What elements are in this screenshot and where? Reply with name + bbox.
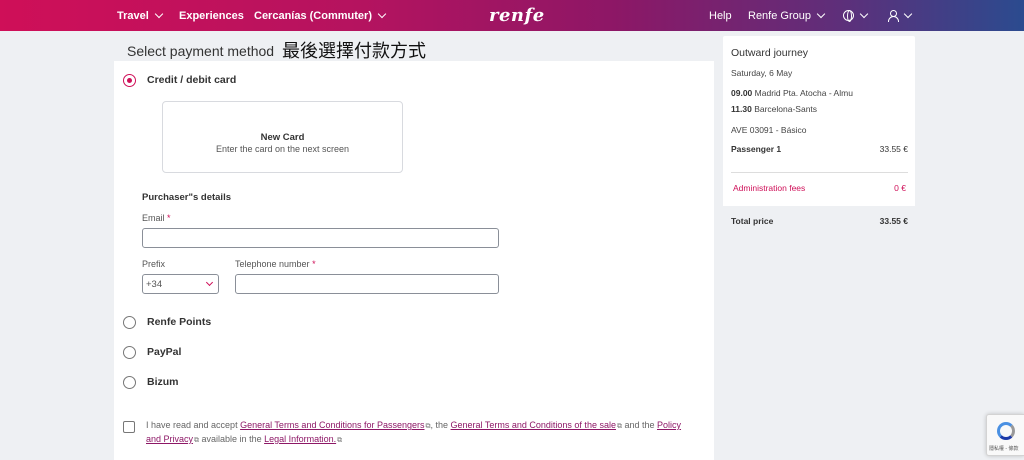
total-price: 33.55 €: [879, 216, 908, 226]
nav-commuter[interactable]: Cercanías (Commuter): [254, 9, 387, 22]
credit-card-radio[interactable]: [123, 74, 136, 87]
chevron-down-icon: [205, 278, 214, 287]
departure-row: 09.00 Madrid Pta. Atocha - Almu: [731, 88, 853, 98]
total-bar: Total price 33.55 €: [723, 206, 915, 237]
language-selector[interactable]: [843, 9, 869, 22]
chevron-down-icon: [154, 9, 164, 19]
top-navigation: Travel Experiences Cercanías (Commuter) …: [0, 0, 1024, 31]
paypal-radio[interactable]: [123, 346, 136, 359]
train-info: AVE 03091 - Básico: [731, 125, 807, 135]
recaptcha-icon: [997, 422, 1015, 440]
required-mark: *: [167, 213, 171, 223]
journey-date: Saturday, 6 May: [731, 68, 793, 78]
sale-terms-link[interactable]: General Terms and Conditions of the sale: [451, 420, 616, 430]
page-title: Select payment method 最後選擇付款方式: [127, 36, 426, 62]
page-title-text: Select payment method: [127, 43, 275, 59]
chevron-down-icon: [859, 9, 869, 18]
chevron-down-icon: [377, 9, 387, 19]
total-row: Total price 33.55 €: [731, 216, 908, 226]
new-card-subtitle: Enter the card on the next screen: [215, 144, 350, 154]
user-menu[interactable]: [887, 9, 913, 22]
page-title-cn: 最後選擇付款方式: [281, 41, 426, 62]
terms-text-3: and the: [621, 420, 657, 430]
required-mark: *: [312, 259, 316, 269]
fees-label: Administration fees: [733, 183, 806, 193]
journey-summary: Outward journey Saturday, 6 May 09.00 Ma…: [723, 36, 915, 237]
fees-row: Administration fees 0 €: [733, 183, 906, 193]
nav-travel-label: Travel: [117, 10, 149, 22]
prefix-select[interactable]: +34: [142, 274, 219, 294]
email-input[interactable]: [142, 228, 499, 248]
terms-text-2: , the: [430, 420, 451, 430]
external-link-icon: ⧉: [337, 437, 343, 444]
arrival-time: 11.30: [731, 104, 752, 114]
nav-help-label: Help: [709, 10, 732, 22]
phone-label: Telephone number *: [235, 259, 316, 269]
departure-time: 09.00: [731, 88, 753, 98]
paypal-label[interactable]: PayPal: [147, 346, 181, 358]
prefix-label: Prefix: [142, 259, 166, 269]
passenger-row: Passenger 1 33.55 €: [731, 144, 908, 154]
nav-experiences[interactable]: Experiences: [179, 10, 244, 22]
payment-panel: Select payment method 最後選擇付款方式 Credit / …: [114, 31, 714, 460]
nav-renfe-group[interactable]: Renfe Group: [748, 9, 826, 22]
passenger-price: 33.55 €: [879, 144, 908, 154]
passenger-label: Passenger 1: [731, 144, 782, 154]
bizum-radio[interactable]: [123, 376, 136, 389]
nav-group-label: Renfe Group: [748, 10, 811, 22]
terms-text: I have read and accept General Terms and…: [146, 419, 686, 447]
arrival-station: Barcelona-Sants: [754, 104, 818, 114]
globe-icon: [843, 10, 854, 22]
divider: [731, 172, 908, 173]
nav-commuter-label: Cercanías (Commuter): [254, 10, 372, 22]
purchaser-details-heading: Purchaser"s details: [142, 192, 231, 203]
departure-station: Madrid Pta. Atocha - Almu: [754, 88, 853, 98]
email-label-text: Email: [142, 213, 165, 223]
new-card-title: New Card: [260, 132, 305, 143]
legal-information-link[interactable]: Legal Information.: [264, 434, 336, 444]
total-label: Total price: [731, 216, 774, 226]
fees-price: 0 €: [894, 183, 906, 193]
chevron-down-icon: [816, 9, 826, 19]
credit-card-label[interactable]: Credit / debit card: [147, 74, 236, 86]
nav-help[interactable]: Help: [709, 10, 732, 22]
passenger-terms-link[interactable]: General Terms and Conditions for Passeng…: [240, 420, 424, 430]
chevron-down-icon: [903, 9, 913, 18]
arrival-row: 11.30 Barcelona-Sants: [731, 104, 817, 114]
recaptcha-badge[interactable]: 隱私權 - 條款: [986, 414, 1024, 456]
email-label: Email *: [142, 213, 171, 223]
summary-title: Outward journey: [731, 47, 809, 59]
phone-input[interactable]: [235, 274, 499, 294]
terms-text-4: available in the: [199, 434, 265, 444]
renfe-points-label[interactable]: Renfe Points: [147, 316, 211, 328]
phone-label-text: Telephone number: [235, 259, 310, 269]
nav-travel[interactable]: Travel: [117, 9, 164, 22]
panel-header: Select payment method 最後選擇付款方式: [114, 31, 714, 62]
bizum-label[interactable]: Bizum: [147, 376, 179, 388]
prefix-value: +34: [146, 279, 163, 290]
accept-terms-checkbox[interactable]: [123, 421, 135, 433]
terms-text-1: I have read and accept: [146, 420, 241, 430]
new-card-option[interactable]: New Card Enter the card on the next scre…: [162, 101, 403, 173]
recaptcha-terms[interactable]: 隱私權 - 條款: [989, 445, 1018, 452]
renfe-logo[interactable]: renfe: [489, 5, 545, 26]
user-icon: [887, 10, 899, 22]
nav-experiences-label: Experiences: [179, 10, 244, 22]
renfe-points-radio[interactable]: [123, 316, 136, 329]
